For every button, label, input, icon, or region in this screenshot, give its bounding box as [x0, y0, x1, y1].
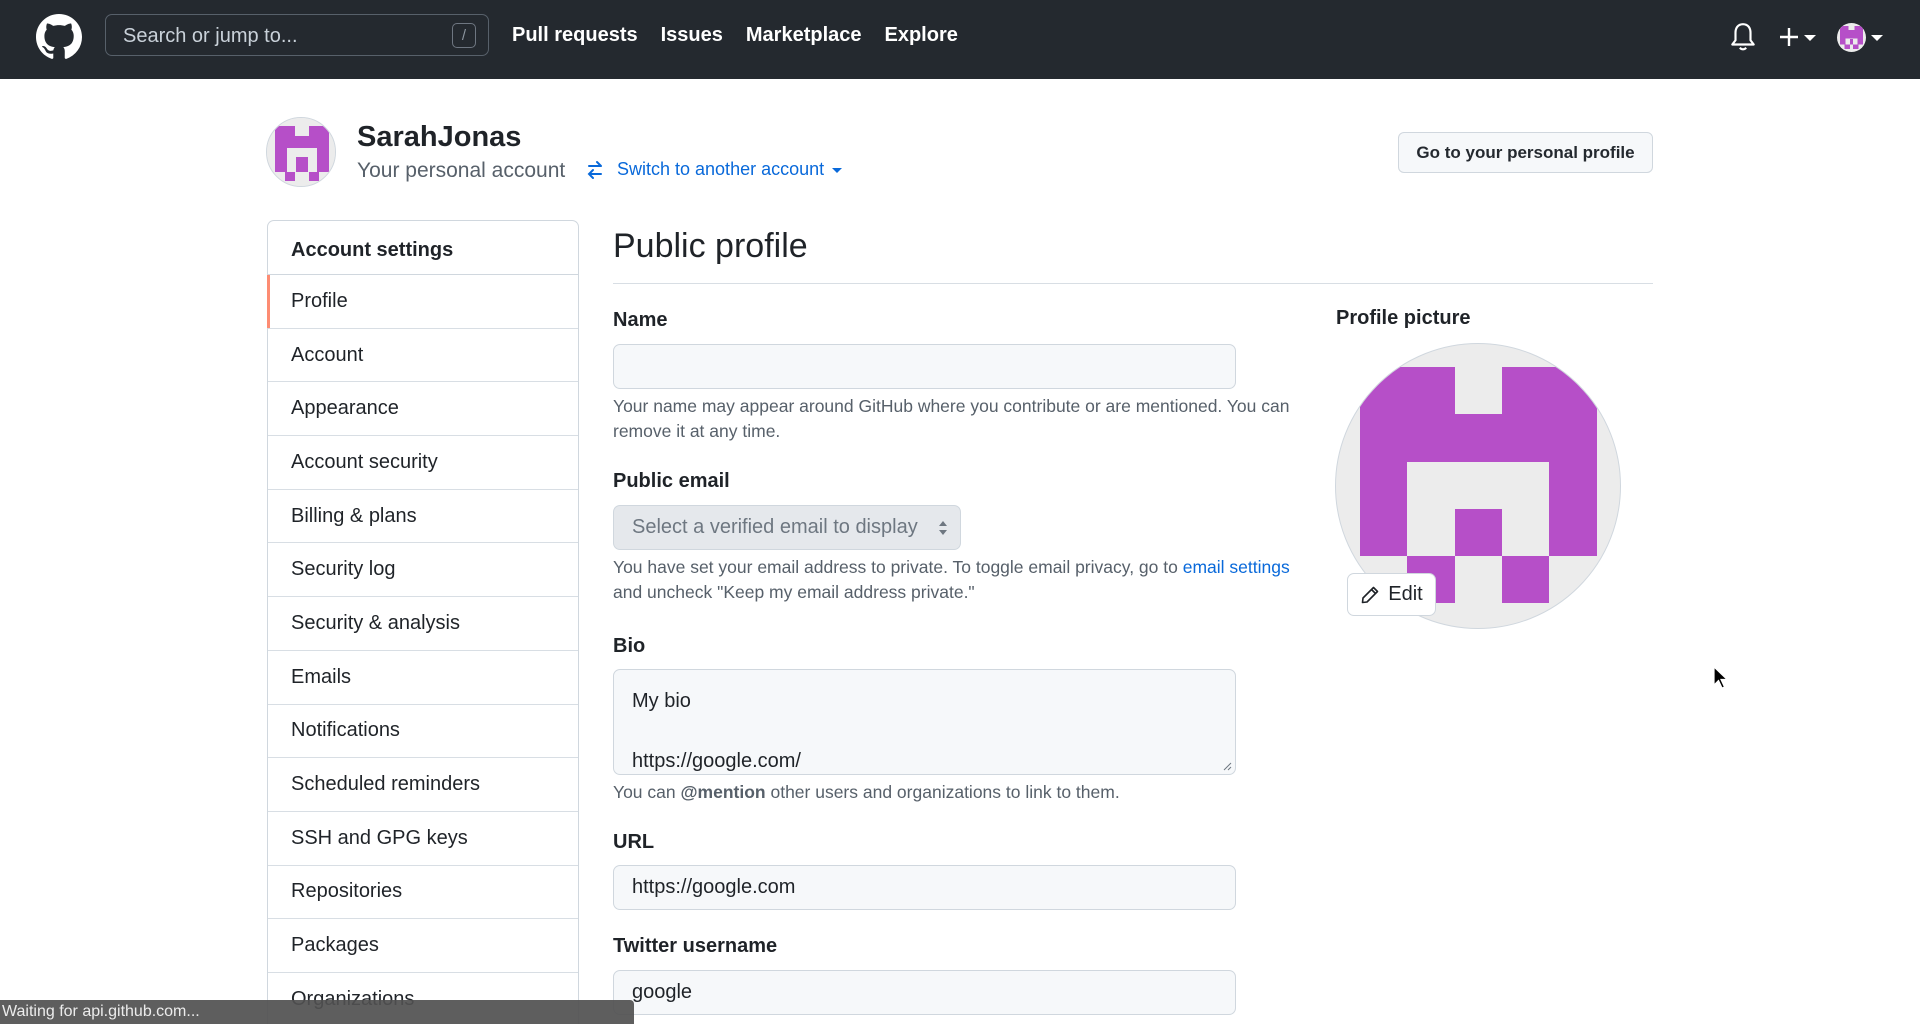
sidebar-heading: Account settings [268, 221, 578, 275]
sidebar-item-label: Appearance [291, 397, 399, 420]
browser-status-bar: Waiting for api.github.com... [0, 1000, 634, 1024]
mouse-cursor-icon [1713, 666, 1729, 689]
switch-account-label: Switch to another account [617, 159, 825, 179]
mention-bold: @mention [680, 782, 766, 802]
search-shortcut-key: / [452, 23, 476, 48]
sidebar-item-label: Packages [291, 934, 379, 957]
search-input[interactable]: Search or jump to... / [105, 14, 489, 56]
sidebar-item-appearance[interactable]: Appearance [268, 382, 578, 437]
sidebar-item-scheduled-reminders[interactable]: Scheduled reminders [268, 758, 578, 812]
sidebar-item-label: Emails [291, 665, 352, 688]
bio-textarea[interactable]: My bio https://google.com/ [613, 669, 1236, 775]
note-text: You can [613, 782, 681, 802]
arrow-switch-icon [587, 160, 602, 179]
sidebar-item-label: Notifications [291, 719, 400, 742]
nav-issues[interactable]: Issues [661, 24, 723, 47]
sidebar-item-profile[interactable]: Profile [267, 275, 578, 329]
sidebar-item-ssh-gpg-keys[interactable]: SSH and GPG keys [268, 812, 578, 866]
sidebar-item-security-analysis[interactable]: Security & analysis [268, 597, 578, 651]
sidebar-item-account[interactable]: Account [268, 329, 578, 383]
sidebar-item-label: Profile [291, 289, 348, 312]
name-label: Name [613, 309, 668, 331]
divider [613, 283, 1653, 284]
name-note: Your name may appear around GitHub where… [613, 396, 1290, 441]
bell-icon[interactable] [1730, 22, 1756, 52]
public-email-selected: Select a verified email to display [632, 516, 918, 538]
avatar [1837, 23, 1866, 52]
sidebar-item-packages[interactable]: Packages [268, 919, 578, 973]
sidebar-item-repositories[interactable]: Repositories [268, 866, 578, 920]
sidebar-item-label: Account security [291, 450, 438, 473]
nav-pull-requests[interactable]: Pull requests [512, 24, 638, 47]
sidebar-item-notifications[interactable]: Notifications [268, 705, 578, 759]
select-arrows-icon [939, 521, 947, 535]
note-text: other users and organizations to link to… [765, 782, 1120, 802]
twitter-field[interactable]: google [613, 970, 1236, 1015]
sidebar-item-label: Repositories [291, 880, 403, 903]
public-email-label: Public email [613, 470, 730, 492]
nav-explore[interactable]: Explore [885, 24, 958, 47]
sidebar-item-label: Security & analysis [291, 611, 460, 634]
github-mark-icon[interactable] [36, 14, 82, 60]
page-title: Public profile [613, 227, 808, 265]
account-subtitle: Your personal account [357, 159, 566, 182]
sidebar-item-label: Scheduled reminders [291, 773, 480, 796]
global-nav: Pull requests Issues Marketplace Explore [512, 24, 958, 47]
public-email-note: You have set your email address to priva… [613, 555, 1293, 605]
edit-label: Edit [1388, 583, 1423, 605]
account-avatar[interactable] [266, 117, 336, 187]
go-to-profile-button[interactable]: Go to your personal profile [1398, 132, 1653, 173]
email-settings-link[interactable]: email settings [1183, 557, 1290, 577]
sidebar-item-emails[interactable]: Emails [268, 651, 578, 705]
global-header: Search or jump to... / Pull requests Iss… [0, 0, 1920, 79]
chevron-down-icon [1804, 35, 1816, 41]
profile-picture-label: Profile picture [1336, 307, 1471, 329]
public-email-select[interactable]: Select a verified email to display [613, 505, 961, 550]
resize-handle-icon[interactable] [1222, 761, 1232, 771]
edit-profile-picture-button[interactable]: Edit [1347, 573, 1436, 616]
account-username: SarahJonas [357, 121, 522, 153]
pencil-icon [1361, 586, 1379, 603]
sidebar-item-label: Account [291, 343, 364, 366]
sidebar-item-security-log[interactable]: Security log [268, 543, 578, 598]
settings-sidebar: Account settings Profile Account Appeara… [267, 220, 579, 1024]
note-text: You have set your email address to priva… [613, 557, 1183, 577]
search-placeholder: Search or jump to... [123, 25, 298, 47]
sidebar-item-billing[interactable]: Billing & plans [268, 490, 578, 544]
identicon-image [267, 118, 335, 186]
nav-marketplace[interactable]: Marketplace [746, 24, 862, 47]
sidebar-item-account-security[interactable]: Account security [268, 436, 578, 490]
sidebar-item-label: SSH and GPG keys [291, 826, 468, 849]
sidebar-item-label: Security log [291, 558, 396, 581]
bio-note: You can @mention other users and organiz… [613, 780, 1293, 805]
name-field[interactable] [613, 344, 1236, 389]
chevron-down-icon [1871, 35, 1883, 41]
url-label: URL [613, 831, 655, 853]
plus-icon [1780, 28, 1798, 46]
url-field[interactable]: https://google.com [613, 865, 1236, 910]
switch-account-button[interactable]: Switch to another account [585, 159, 843, 180]
chevron-down-icon [832, 168, 843, 173]
note-text: and uncheck "Keep my email address priva… [613, 582, 975, 602]
twitter-label: Twitter username [613, 935, 778, 957]
sidebar-item-label: Billing & plans [291, 504, 417, 527]
bio-label: Bio [613, 635, 646, 657]
